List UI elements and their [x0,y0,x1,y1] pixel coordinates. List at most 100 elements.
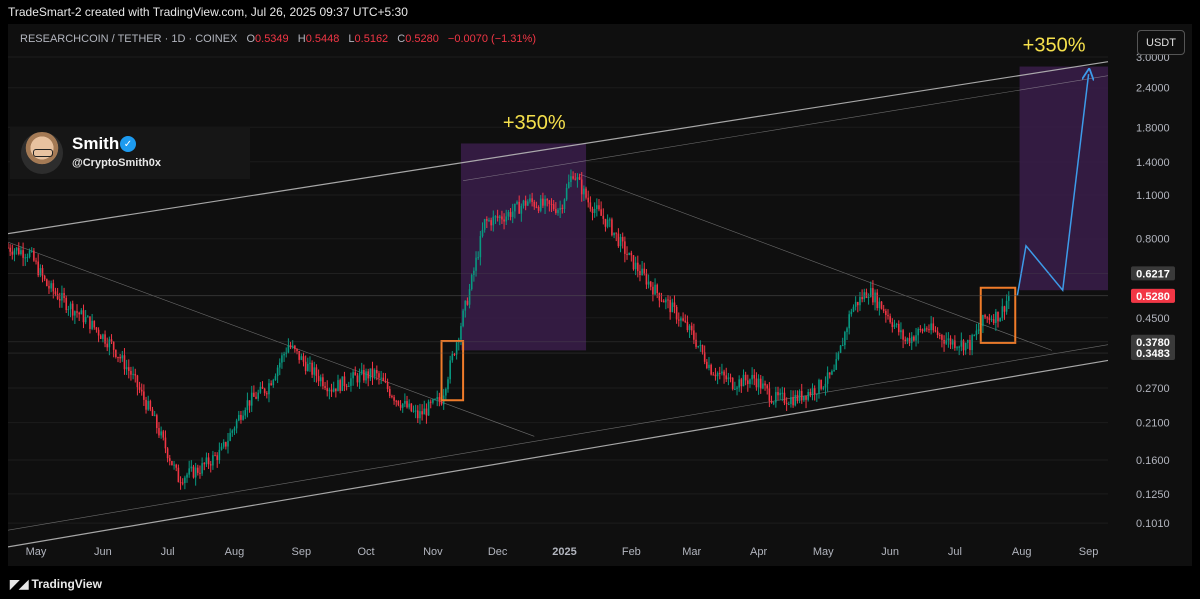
candle [744,371,747,386]
x-tick-label: Dec [488,546,508,558]
currency-button[interactable]: USDT [1137,30,1185,55]
chart-frame[interactable]: +350% +350% May Jun Jul Aug Sep Oct Nov Dec 2025 Fe… [8,24,1192,566]
candle [93,320,96,330]
candle [710,363,712,376]
candle-body [281,355,283,363]
candle [589,196,592,212]
candle-body [143,391,145,400]
candle [897,320,900,336]
candle [250,385,253,412]
candle-body [658,293,661,301]
change-value: −0.0070 (−1.31%) [447,33,536,45]
candle-body [61,293,63,301]
candle [706,359,708,370]
candle [427,399,430,416]
candle [168,454,171,466]
candle [665,297,667,310]
candle [341,376,344,392]
candle-body [8,247,9,249]
candle [969,335,971,356]
candle [770,395,773,404]
candle [738,375,740,392]
candle-body [397,400,400,405]
candle-body [908,338,911,344]
candle [281,352,283,369]
candle-body [345,385,348,387]
tradingview-logo-icon: ◤◢ [10,577,29,591]
candle [15,247,18,255]
candle-body [298,350,300,360]
candle [913,335,915,342]
candle-body [71,303,74,316]
candle [56,288,59,301]
candle-body [626,253,628,255]
candle-body [460,326,462,340]
candle-body [175,464,178,468]
candle [747,374,749,392]
candle-body [166,448,169,459]
candle [225,441,227,450]
candle [138,381,141,394]
candle-body [266,393,268,395]
candle [332,381,335,393]
candle-body [473,270,475,275]
candle [639,264,641,282]
candle [227,432,229,454]
candle [766,384,769,395]
candle-body [977,329,980,331]
candle [615,232,618,242]
candle-body [596,205,598,209]
candle-body [889,316,891,323]
candle-body [790,397,792,405]
candle-body [578,177,581,180]
candle [753,369,756,386]
candle [632,255,635,271]
candle [880,301,883,310]
x-tick-label: Aug [1012,546,1032,558]
candle-body [643,268,646,274]
candle-body [505,216,508,222]
candle [882,304,885,314]
candle-body [552,204,555,210]
candle-body [531,198,533,202]
candle-body [887,315,889,317]
candle-body [341,376,344,391]
candle [885,308,887,323]
candle [809,388,812,398]
candle-body [425,408,428,416]
plot-area: +350% +350% [8,35,1109,548]
candle-body [39,268,42,276]
candle [688,324,691,338]
candle-body [507,212,510,217]
candle [95,326,98,333]
candle [986,316,989,323]
candle-body [557,209,559,213]
candle [455,340,458,360]
candle-body [951,340,954,345]
candle [13,248,16,262]
candle-body [432,399,434,403]
candle-body [477,257,479,259]
candle [317,369,320,387]
candle [136,374,139,396]
candle-body [514,203,516,212]
candle [932,317,935,333]
candle-body [445,389,447,396]
y-tick-label: 0.4500 [1136,313,1170,325]
candle-body [680,318,682,321]
candle-body [630,252,633,256]
candle-body [934,330,937,332]
candle-body [304,361,307,371]
y-tick-label: 0.2100 [1136,418,1170,430]
candle-body [837,352,840,360]
candle [87,315,89,318]
candle-body [813,388,816,395]
candle-body [328,389,331,392]
candle [84,309,87,325]
candle-body [960,340,963,347]
candlestick-chart[interactable]: +350% +350% May Jun Jul Aug Sep Oct Nov Dec 2025 Fe… [8,24,1192,566]
candle [20,246,22,256]
candle [151,406,154,416]
tradingview-branding[interactable]: ◤◢ TradingView [10,577,102,591]
candle-body [401,403,404,408]
